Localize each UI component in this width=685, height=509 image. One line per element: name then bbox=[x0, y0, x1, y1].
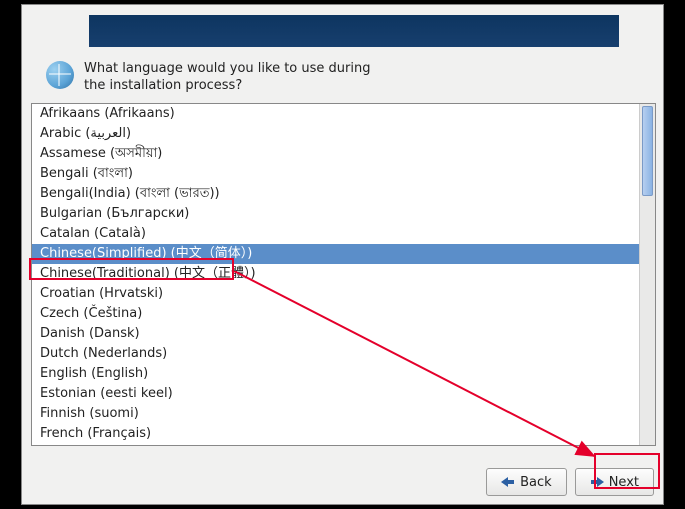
globe-icon bbox=[46, 61, 74, 89]
language-item[interactable]: Danish (Dansk) bbox=[32, 324, 639, 344]
language-item[interactable]: Dutch (Nederlands) bbox=[32, 344, 639, 364]
next-button[interactable]: Next bbox=[575, 468, 654, 496]
language-item[interactable]: Chinese(Simplified) (中文（简体）) bbox=[32, 244, 639, 264]
language-item[interactable]: English (English) bbox=[32, 364, 639, 384]
language-item[interactable]: Bulgarian (Български) bbox=[32, 204, 639, 224]
language-item[interactable]: Arabic (العربية) bbox=[32, 124, 639, 144]
language-listbox[interactable]: Afrikaans (Afrikaans)Arabic (العربية)Ass… bbox=[31, 103, 656, 446]
next-button-label: Next bbox=[609, 475, 639, 490]
language-item[interactable]: Estonian (eesti keel) bbox=[32, 384, 639, 404]
language-item[interactable]: Chinese(Traditional) (中文（正體）) bbox=[32, 264, 639, 284]
language-list-inner: Afrikaans (Afrikaans)Arabic (العربية)Ass… bbox=[32, 104, 639, 445]
language-item[interactable]: Bengali (বাংলা) bbox=[32, 164, 639, 184]
footer-buttons: Back Next bbox=[486, 468, 654, 496]
arrow-right-icon bbox=[590, 476, 604, 488]
back-button[interactable]: Back bbox=[486, 468, 567, 496]
language-item[interactable]: Catalan (Català) bbox=[32, 224, 639, 244]
installer-window: What language would you like to use duri… bbox=[21, 4, 664, 505]
header-banner bbox=[89, 15, 619, 47]
scroll-thumb[interactable] bbox=[642, 106, 653, 196]
arrow-left-icon bbox=[501, 476, 515, 488]
language-item[interactable]: Finnish (suomi) bbox=[32, 404, 639, 424]
language-item[interactable]: Afrikaans (Afrikaans) bbox=[32, 104, 639, 124]
language-item[interactable]: French (Français) bbox=[32, 424, 639, 444]
prompt-text: What language would you like to use duri… bbox=[84, 61, 384, 95]
language-item[interactable]: Bengali(India) (বাংলা (ভারত)) bbox=[32, 184, 639, 204]
language-item[interactable]: Croatian (Hrvatski) bbox=[32, 284, 639, 304]
prompt-row: What language would you like to use duri… bbox=[46, 61, 384, 95]
scrollbar[interactable] bbox=[639, 104, 655, 445]
back-button-label: Back bbox=[520, 475, 552, 490]
language-item[interactable]: Assamese (অসমীয়া) bbox=[32, 144, 639, 164]
language-item[interactable]: Czech (Čeština) bbox=[32, 304, 639, 324]
